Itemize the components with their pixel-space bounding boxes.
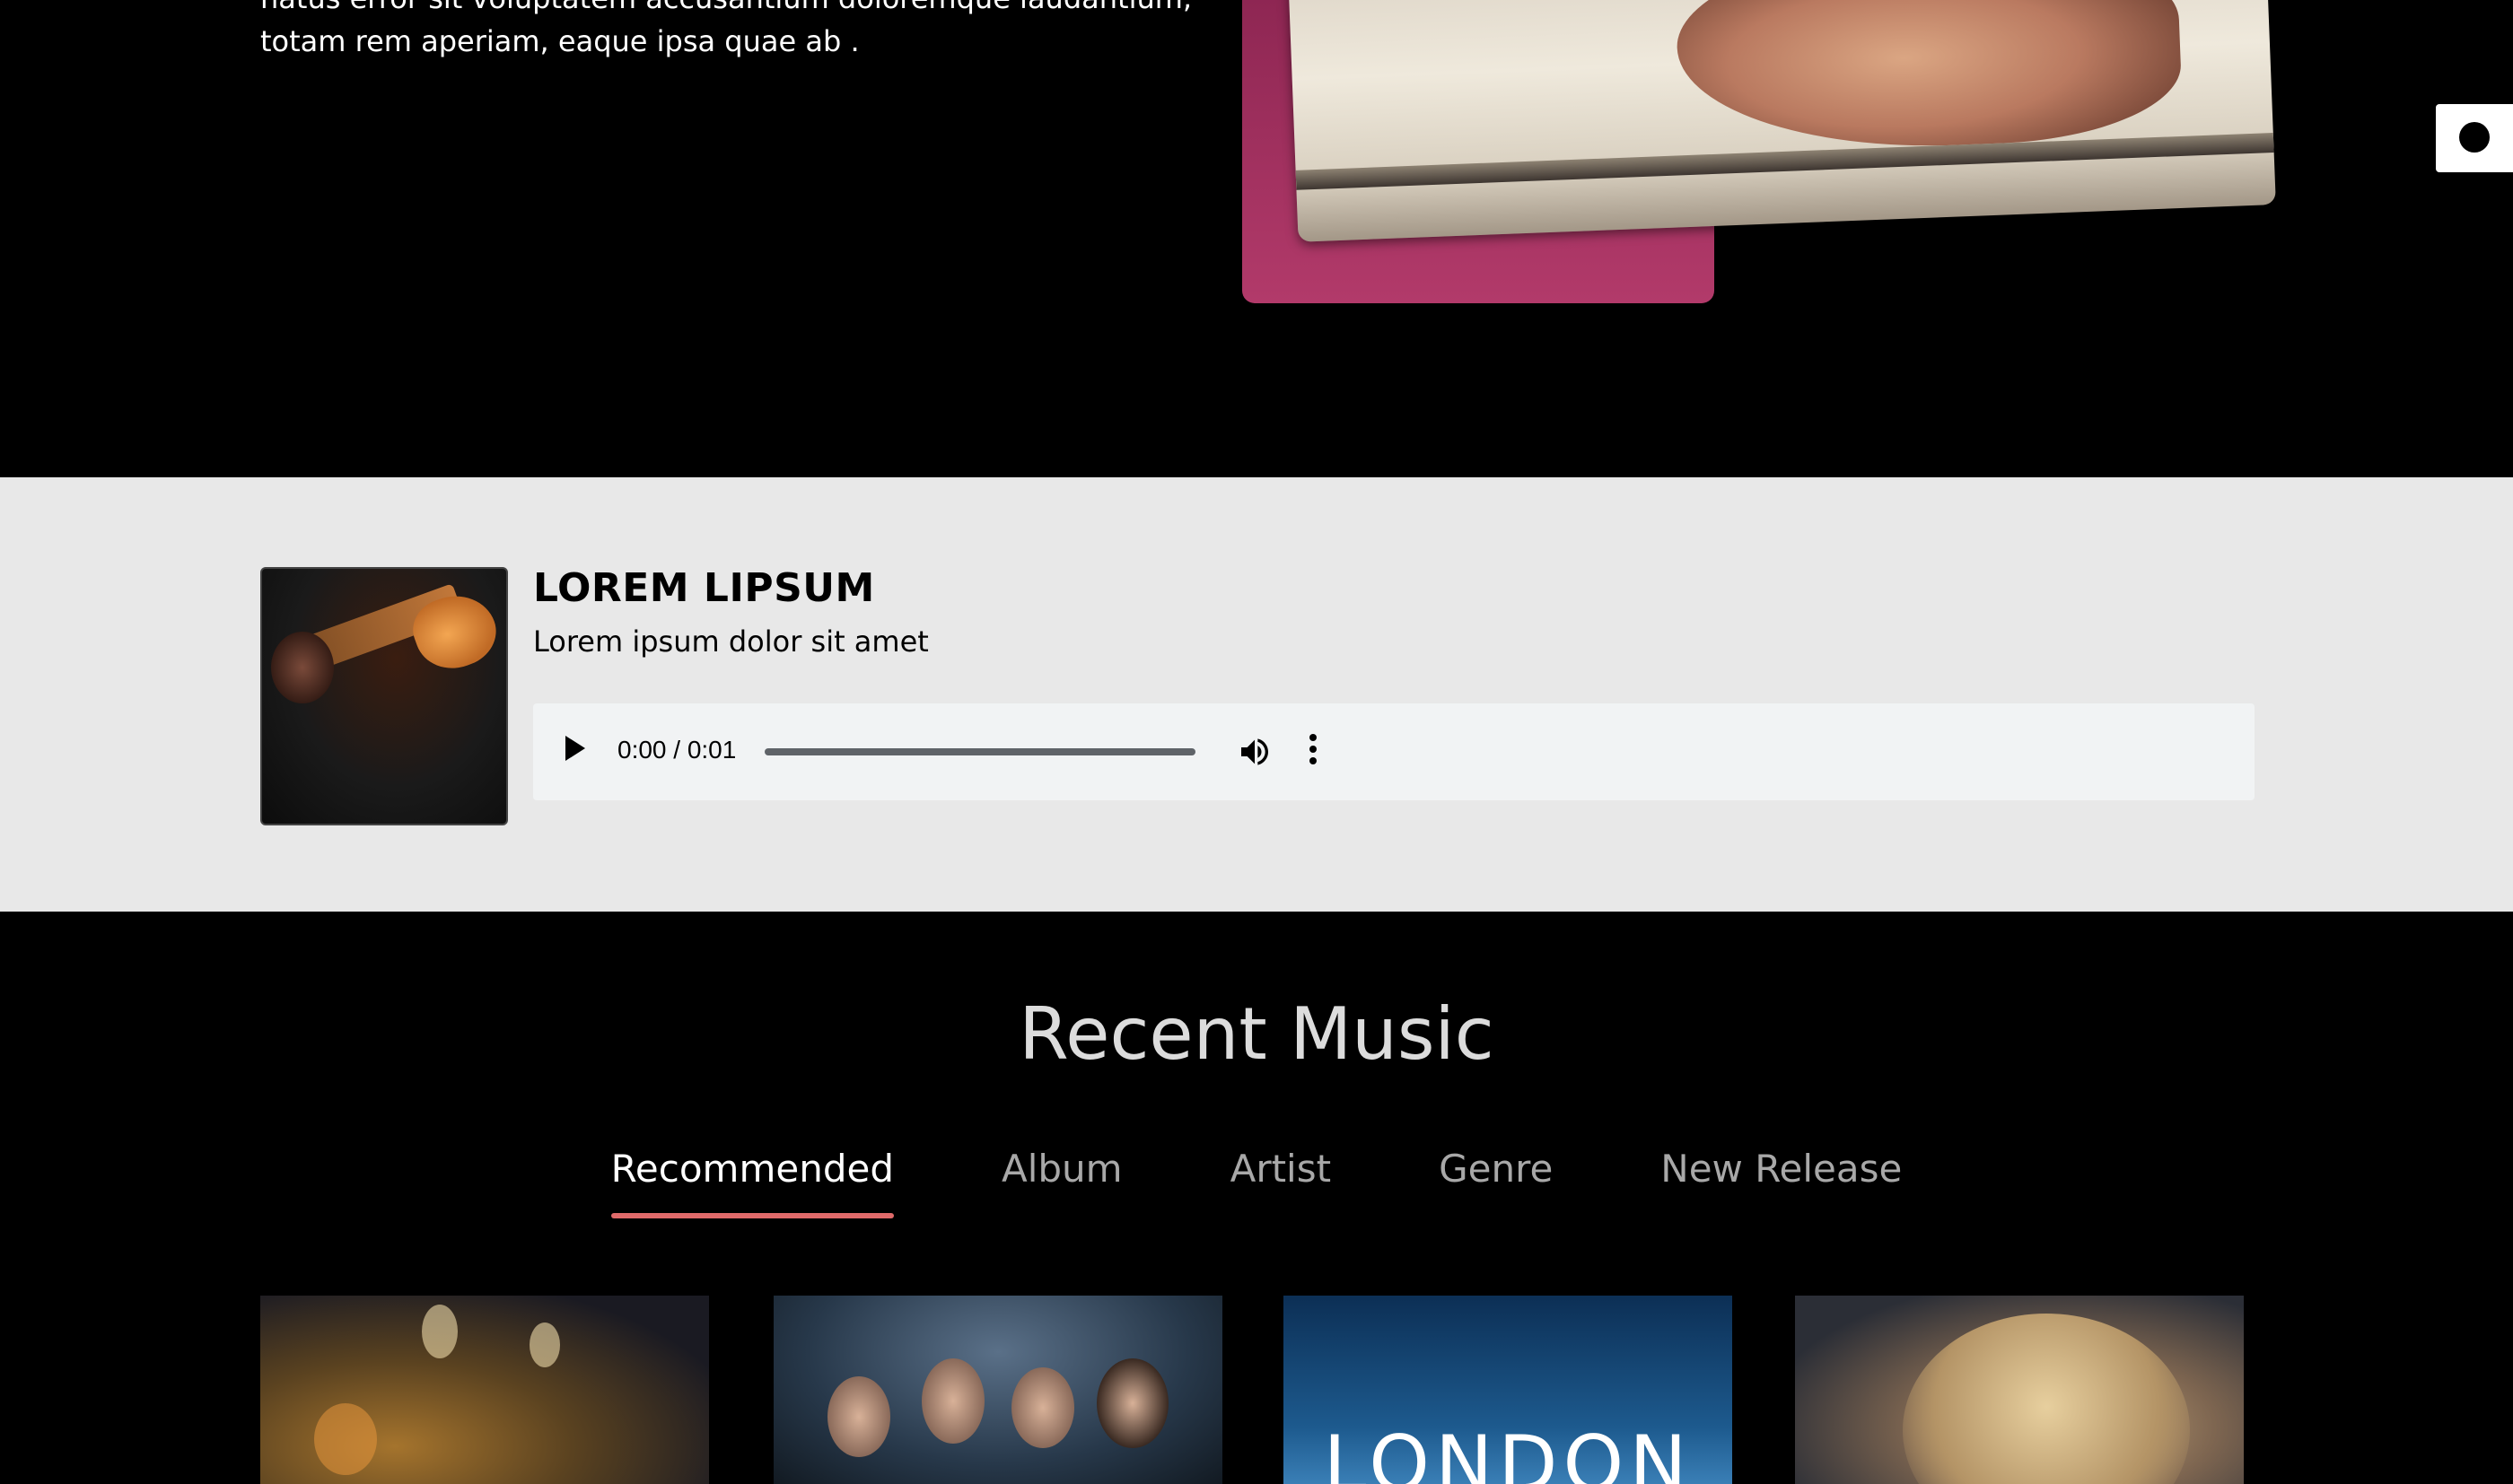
- band-member: [1097, 1358, 1169, 1448]
- hero-section: natus error sit voluptatem accusantium d…: [0, 0, 2513, 477]
- track-title: LOREM LIPSUM: [533, 565, 875, 611]
- hero-text-line: totam rem aperiam, eaque ipsa quae ab .: [260, 24, 860, 58]
- section-title: Recent Music: [1019, 992, 1494, 1076]
- time-display: 0:00 / 0:01: [617, 736, 737, 764]
- hero-text-line: natus error sit voluptatem accusantium d…: [260, 0, 1192, 20]
- more-dot: [1309, 746, 1317, 753]
- audio-control[interactable]: 0:00 / 0:01: [533, 703, 2255, 800]
- bokeh-light: [530, 1323, 560, 1367]
- music-tabs: Recommended Album Artist Genre New Relea…: [0, 1147, 2513, 1218]
- bokeh-light: [314, 1403, 377, 1475]
- music-card[interactable]: LONDON: [1283, 1296, 1732, 1484]
- audio-player-section: LOREM LIPSUM Lorem ipsum dolor sit amet …: [0, 477, 2513, 912]
- volume-icon[interactable]: [1237, 734, 1273, 770]
- tab-genre[interactable]: Genre: [1439, 1147, 1553, 1218]
- progress-bar[interactable]: [765, 748, 1195, 755]
- hero-image: [1287, 0, 2276, 242]
- tab-album[interactable]: Album: [1002, 1147, 1123, 1218]
- hero-paragraph: natus error sit voluptatem accusantium d…: [260, 0, 1192, 63]
- more-dot: [1309, 757, 1317, 764]
- play-icon[interactable]: [565, 736, 585, 761]
- paper-edge: [1295, 132, 2274, 190]
- track-subtitle: Lorem ipsum dolor sit amet: [533, 624, 929, 659]
- band-member: [827, 1376, 890, 1457]
- card-title-text: LONDON: [1323, 1419, 1693, 1484]
- bokeh-light: [422, 1305, 458, 1358]
- music-card[interactable]: [260, 1296, 709, 1484]
- music-card[interactable]: [774, 1296, 1222, 1484]
- side-toggle-button[interactable]: [2436, 104, 2513, 172]
- more-options-icon[interactable]: [1307, 734, 1319, 770]
- portrait-hair: [1903, 1314, 2190, 1484]
- music-card[interactable]: [1795, 1296, 2244, 1484]
- hand-shape: [271, 632, 334, 703]
- more-dot: [1309, 734, 1317, 741]
- band-member: [1011, 1367, 1074, 1448]
- tab-recommended[interactable]: Recommended: [610, 1147, 895, 1218]
- tab-new-release[interactable]: New Release: [1660, 1147, 1902, 1218]
- hand-image: [1673, 0, 2184, 156]
- band-member: [922, 1358, 985, 1444]
- track-cover-image: [260, 567, 508, 825]
- recent-music-section: Recent Music Recommended Album Artist Ge…: [0, 912, 2513, 1484]
- dot-icon: [2459, 122, 2490, 153]
- music-grid: LONDON: [260, 1296, 2244, 1484]
- tab-artist[interactable]: Artist: [1230, 1147, 1332, 1218]
